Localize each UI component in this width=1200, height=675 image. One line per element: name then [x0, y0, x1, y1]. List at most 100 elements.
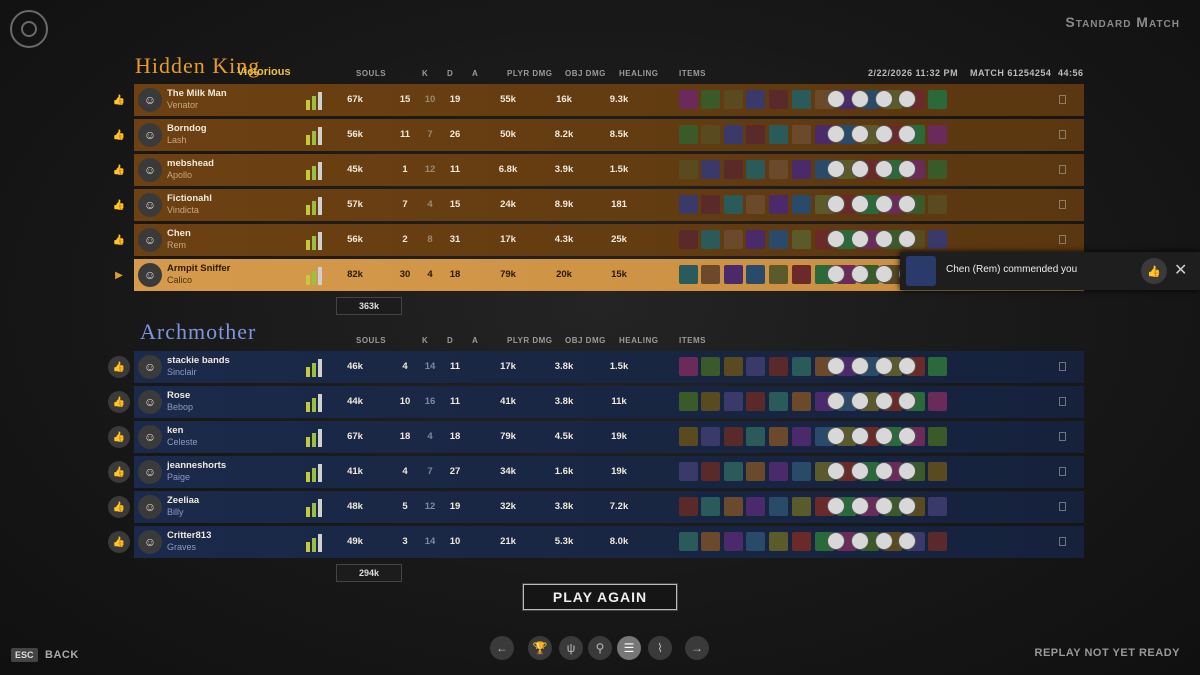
prev-arrow-icon[interactable]: ← — [490, 636, 514, 660]
ability-icon[interactable] — [851, 195, 869, 213]
item-icon[interactable] — [792, 195, 811, 214]
item-icon[interactable] — [769, 497, 788, 516]
item-icon[interactable] — [701, 195, 720, 214]
ability-icon[interactable] — [898, 90, 916, 108]
ability-icon[interactable] — [875, 532, 893, 550]
ability-icon[interactable] — [875, 265, 893, 283]
item-icon[interactable] — [679, 462, 698, 481]
ability-icon[interactable] — [898, 125, 916, 143]
copy-build-icon[interactable] — [1059, 165, 1066, 174]
commend-thumb-icon[interactable]: 👍 — [108, 426, 130, 448]
ability-icon[interactable] — [898, 160, 916, 178]
ability-icon[interactable] — [851, 125, 869, 143]
player-row[interactable]: ☺ Fictionahl Vindicta 57k 7 4 15 24k 8.9k 181 — [134, 189, 1084, 221]
play-again-button[interactable]: PLAY AGAIN — [522, 583, 678, 611]
item-icon[interactable] — [724, 230, 743, 249]
ability-icon[interactable] — [827, 462, 845, 480]
item-icon[interactable] — [746, 462, 765, 481]
item-icon[interactable] — [769, 462, 788, 481]
ability-icon[interactable] — [827, 265, 845, 283]
item-icon[interactable] — [792, 230, 811, 249]
ability-icon[interactable] — [898, 230, 916, 248]
commend-thumb-icon[interactable]: 👍 — [108, 391, 130, 413]
item-icon[interactable] — [769, 427, 788, 446]
ability-icon[interactable] — [827, 160, 845, 178]
item-icon[interactable] — [701, 462, 720, 481]
ability-icon[interactable] — [851, 392, 869, 410]
ability-icon[interactable] — [851, 160, 869, 178]
ability-icon[interactable] — [875, 230, 893, 248]
item-icon[interactable] — [679, 532, 698, 551]
copy-build-icon[interactable] — [1059, 130, 1066, 139]
item-icon[interactable] — [792, 265, 811, 284]
thumbs-up-icon[interactable]: 👍 — [1141, 258, 1167, 284]
ability-icon[interactable] — [898, 497, 916, 515]
item-icon[interactable] — [724, 357, 743, 376]
ability-icon[interactable] — [875, 125, 893, 143]
item-icon[interactable] — [679, 265, 698, 284]
ability-icon[interactable] — [827, 125, 845, 143]
ability-icon[interactable] — [851, 90, 869, 108]
copy-build-icon[interactable] — [1059, 467, 1066, 476]
item-icon[interactable] — [928, 160, 947, 179]
item-icon[interactable] — [928, 90, 947, 109]
player-row[interactable]: ☺ stackie bands Sinclair 46k 4 14 11 17k 3.8k 1.5… — [134, 351, 1084, 383]
item-icon[interactable] — [724, 125, 743, 144]
item-icon[interactable] — [769, 265, 788, 284]
item-icon[interactable] — [769, 532, 788, 551]
ability-icon[interactable] — [851, 230, 869, 248]
self-marker-icon[interactable]: ▶ — [108, 264, 130, 286]
ability-icon[interactable] — [875, 392, 893, 410]
item-icon[interactable] — [928, 392, 947, 411]
item-icon[interactable] — [792, 160, 811, 179]
player-row[interactable]: ☺ Borndog Lash 56k 11 7 26 50k 8.2k 8.5k — [134, 119, 1084, 151]
item-icon[interactable] — [928, 125, 947, 144]
player-name[interactable]: The Milk Man — [167, 88, 227, 99]
item-icon[interactable] — [724, 160, 743, 179]
ability-icon[interactable] — [875, 90, 893, 108]
item-icon[interactable] — [792, 532, 811, 551]
item-icon[interactable] — [701, 497, 720, 516]
ability-icon[interactable] — [875, 160, 893, 178]
ability-icon[interactable] — [875, 462, 893, 480]
ability-icon[interactable] — [827, 532, 845, 550]
ability-icon[interactable] — [875, 427, 893, 445]
item-icon[interactable] — [701, 230, 720, 249]
player-name[interactable]: stackie bands — [167, 355, 230, 366]
item-icon[interactable] — [792, 357, 811, 376]
player-name[interactable]: mebshead — [167, 158, 214, 169]
copy-build-icon[interactable] — [1059, 537, 1066, 546]
item-icon[interactable] — [792, 90, 811, 109]
ability-icon[interactable] — [827, 392, 845, 410]
player-name[interactable]: Zeeliaa — [167, 495, 199, 506]
item-icon[interactable] — [724, 265, 743, 284]
ability-icon[interactable] — [851, 462, 869, 480]
commend-thumb-icon[interactable]: 👍 — [108, 531, 130, 553]
ability-icon[interactable] — [898, 427, 916, 445]
item-icon[interactable] — [746, 160, 765, 179]
player-name[interactable]: Armpit Sniffer — [167, 263, 230, 274]
player-name[interactable]: jeanneshorts — [167, 460, 226, 471]
player-name[interactable]: ken — [167, 425, 183, 436]
player-row[interactable]: ☺ ken Celeste 67k 18 4 18 79k 4.5k 19k — [134, 421, 1084, 453]
item-icon[interactable] — [928, 427, 947, 446]
item-icon[interactable] — [769, 195, 788, 214]
lane-tab-icon[interactable]: ⚲ — [588, 636, 612, 660]
item-icon[interactable] — [928, 195, 947, 214]
player-row[interactable]: ☺ jeanneshorts Paige 41k 4 7 27 34k 1.6k 19k — [134, 456, 1084, 488]
item-icon[interactable] — [724, 90, 743, 109]
item-icon[interactable] — [679, 195, 698, 214]
item-icon[interactable] — [746, 392, 765, 411]
commend-thumb-icon[interactable]: 👍 — [108, 461, 130, 483]
ability-icon[interactable] — [898, 462, 916, 480]
copy-build-icon[interactable] — [1059, 362, 1066, 371]
item-icon[interactable] — [746, 230, 765, 249]
item-icon[interactable] — [769, 357, 788, 376]
item-icon[interactable] — [679, 160, 698, 179]
graph-icon[interactable]: ⌇ — [648, 636, 672, 660]
item-icon[interactable] — [701, 427, 720, 446]
ability-icon[interactable] — [827, 497, 845, 515]
item-icon[interactable] — [928, 357, 947, 376]
item-icon[interactable] — [746, 427, 765, 446]
item-icon[interactable] — [746, 497, 765, 516]
